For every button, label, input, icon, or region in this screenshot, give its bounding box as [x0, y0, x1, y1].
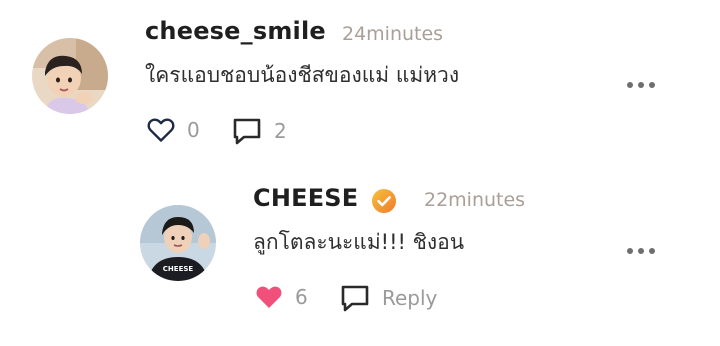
reply-username[interactable]: CHEESE [253, 184, 358, 212]
like-button[interactable]: 6 [255, 284, 308, 310]
like-count: 6 [295, 285, 308, 309]
heart-outline-icon [147, 118, 175, 142]
reply-timestamp: 22minutes [424, 189, 526, 211]
reply-count-button[interactable]: 2 [232, 117, 287, 145]
like-count: 0 [187, 118, 200, 142]
comment-timestamp: 24minutes [342, 23, 444, 45]
like-button[interactable]: 0 [147, 117, 200, 143]
avatar[interactable] [32, 38, 108, 114]
comment-icon [341, 285, 369, 312]
heart-filled-icon [256, 286, 282, 308]
comment-icon [233, 118, 261, 145]
reply-count: 2 [274, 119, 287, 143]
comment-thread: cheese_smile 24minutes ใครแอบชอบน้องชีสข… [0, 0, 720, 346]
reply-label: Reply [382, 286, 438, 310]
avatar[interactable]: CHEESE [140, 205, 216, 281]
reply-text: ลูกโตละนะแม่!!! ชิงอน [253, 230, 465, 254]
more-options-icon[interactable] [627, 246, 655, 256]
comment-username[interactable]: cheese_smile [145, 17, 326, 45]
reply-button[interactable]: Reply [340, 284, 437, 312]
shirt-print: CHEESE [163, 265, 194, 273]
comment-text: ใครแอบชอบน้องชีสของแม่ แม่หวง [145, 63, 460, 87]
verified-badge-icon [372, 189, 396, 213]
more-options-icon[interactable] [627, 80, 655, 90]
